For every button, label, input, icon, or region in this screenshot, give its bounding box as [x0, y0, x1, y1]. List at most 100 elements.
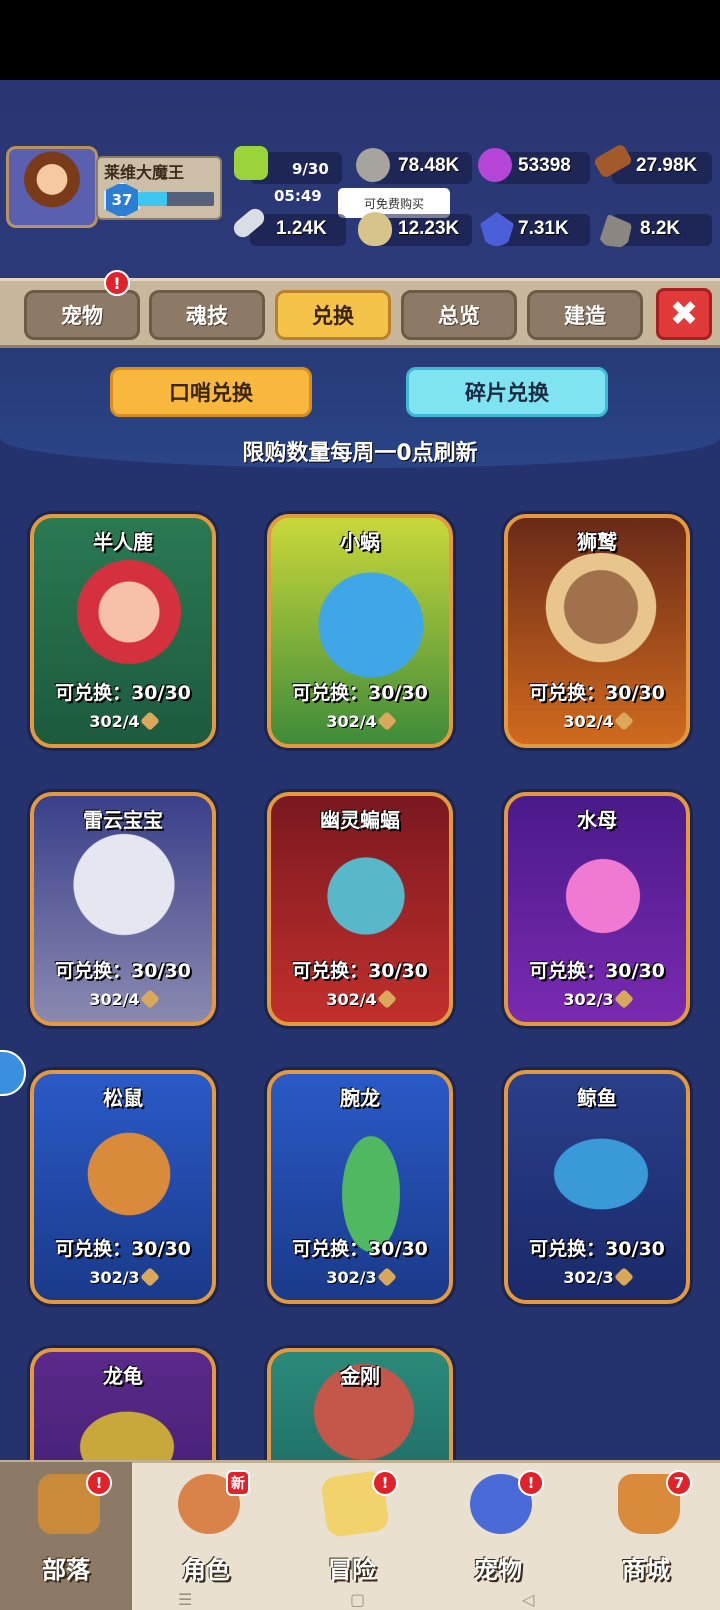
pet-name: 金刚: [340, 1364, 380, 1388]
pet-portrait: [538, 553, 664, 673]
pet-portrait: [316, 548, 426, 688]
pet-name: 龙龟: [103, 1364, 143, 1388]
pet-cost-value: 302/4: [326, 990, 377, 1009]
pet-card[interactable]: 水母 可兑换：30/30 302/3: [504, 792, 690, 1026]
egg-icon[interactable]: [358, 212, 392, 246]
nav-adventure-label: 冒险: [328, 1556, 376, 1584]
nav-shop-badge: 7: [666, 1470, 692, 1496]
pet-exchange-limit: 可兑换：30/30: [529, 1238, 665, 1260]
xp-bar: [138, 192, 214, 206]
nav-shop[interactable]: 7 商城: [580, 1462, 712, 1610]
pet-cost: 302/4: [271, 711, 449, 731]
pet-name: 狮鹫: [577, 530, 617, 554]
pet-name: 松鼠: [103, 1086, 143, 1110]
pet-name: 幽灵蝙蝠: [320, 808, 400, 832]
pet-exchange-limit: 可兑换：30/30: [292, 1238, 428, 1260]
system-back-key[interactable]: ◁: [522, 1590, 534, 1609]
egg-value: 12.23K: [398, 218, 460, 239]
pet-cost-value: 302/4: [326, 712, 377, 731]
pet-exchange-limit: 可兑换：30/30: [55, 960, 191, 982]
pet-portrait: [74, 1109, 184, 1239]
whistle-icon: [139, 711, 160, 731]
pet-portrait: [306, 836, 426, 956]
pet-exchange-limit: 可兑换：30/30: [55, 682, 191, 704]
xp-bar-fill: [138, 192, 167, 206]
stamina-value: 9/30: [292, 160, 329, 178]
pet-name: 小蜗: [340, 530, 380, 554]
tab-exchange[interactable]: 兑换: [275, 290, 391, 340]
pet-card[interactable]: 半人鹿 可兑换：30/30 302/4: [30, 514, 216, 748]
nav-tribe[interactable]: ! 部落: [0, 1462, 132, 1610]
pet-card[interactable]: 小蜗 可兑换：30/30 302/4: [267, 514, 453, 748]
pet-cost: 302/4: [271, 989, 449, 1009]
nav-pet[interactable]: ! 宠物: [432, 1462, 564, 1610]
whistle-icon: [376, 989, 397, 1009]
whistle-icon: [376, 1267, 397, 1287]
nav-shop-label: 商城: [622, 1556, 670, 1584]
pet-name: 雷云宝宝: [83, 808, 163, 832]
pet-cost: 302/3: [508, 1267, 686, 1287]
app-root: 莱维大魔王 37 9/30 05:49 78.48K 53398 27.98K …: [0, 0, 720, 1610]
whistle-icon: [376, 711, 397, 731]
pet-exchange-limit: 可兑换：30/30: [55, 1238, 191, 1260]
pet-cost: 302/4: [34, 989, 212, 1009]
pet-cost-value: 302/3: [326, 1268, 377, 1287]
system-home-key[interactable]: ▢: [350, 1590, 365, 1609]
pet-cost-value: 302/4: [563, 712, 614, 731]
pet-portrait: [54, 826, 194, 956]
fragment-exchange-button[interactable]: 碎片兑换: [406, 367, 608, 417]
player-name: 莱维大魔王: [104, 163, 185, 182]
pet-cost-value: 302/3: [563, 990, 614, 1009]
pet-cost-value: 302/4: [89, 712, 140, 731]
pet-cost: 302/3: [271, 1267, 449, 1287]
pet-portrait: [548, 836, 658, 956]
stone-value: 78.48K: [398, 155, 460, 176]
pet-card[interactable]: 幽灵蝙蝠 可兑换：30/30 302/4: [267, 792, 453, 1026]
nav-tribe-label: 部落: [42, 1556, 90, 1584]
stone-icon[interactable]: [356, 148, 390, 182]
bone-value: 1.24K: [276, 218, 327, 239]
pet-name: 半人鹿: [93, 530, 153, 554]
whistle-icon: [613, 989, 634, 1009]
pet-card[interactable]: 雷云宝宝 可兑换：30/30 302/4: [30, 792, 216, 1026]
pet-portrait: [528, 1119, 674, 1229]
pet-card[interactable]: 狮鹫 可兑换：30/30 302/4: [504, 514, 690, 748]
player-avatar[interactable]: [6, 146, 98, 228]
pet-exchange-limit: 可兑换：30/30: [529, 682, 665, 704]
nav-adventure-badge: !: [372, 1470, 398, 1496]
ore-value: 8.2K: [640, 218, 681, 239]
pet-exchange-limit: 可兑换：30/30: [292, 960, 428, 982]
status-bar: [0, 0, 720, 80]
pet-cost-value: 302/3: [563, 1268, 614, 1287]
system-menu-key[interactable]: ☰: [178, 1590, 192, 1609]
close-button[interactable]: ✖: [656, 288, 712, 340]
tab-overview[interactable]: 总览: [401, 290, 517, 340]
whistle-icon: [613, 1267, 634, 1287]
pet-cost-value: 302/3: [89, 1268, 140, 1287]
nav-adventure[interactable]: ! 冒险: [286, 1462, 418, 1610]
whistle-icon: [613, 711, 634, 731]
pet-cost: 302/4: [34, 711, 212, 731]
stamina-icon[interactable]: [234, 146, 268, 180]
pet-card[interactable]: 腕龙 可兑换：30/30 302/3: [267, 1070, 453, 1304]
whistle-exchange-button[interactable]: 口哨兑换: [110, 367, 312, 417]
whistle-icon: [139, 1267, 160, 1287]
pet-card[interactable]: 松鼠 可兑换：30/30 302/3: [30, 1070, 216, 1304]
nav-character-label: 角色: [182, 1556, 230, 1584]
tab-build[interactable]: 建造: [527, 290, 643, 340]
tab-pet-alert-badge: !: [104, 270, 130, 296]
nav-tribe-badge: !: [86, 1470, 112, 1496]
wood-value: 27.98K: [636, 155, 698, 176]
tab-pet[interactable]: 宠物: [24, 290, 140, 340]
pet-exchange-limit: 可兑换：30/30: [529, 960, 665, 982]
tab-soul-skill[interactable]: 魂技: [149, 290, 265, 340]
refresh-note: 限购数量每周一0点刷新: [242, 441, 478, 466]
nav-character[interactable]: 新 角色: [140, 1462, 272, 1610]
nav-pet-badge: !: [518, 1470, 544, 1496]
nav-pet-label: 宠物: [474, 1556, 522, 1584]
pet-name: 腕龙: [340, 1086, 380, 1110]
gem-icon[interactable]: [478, 148, 512, 182]
pet-card[interactable]: 鲸鱼 可兑换：30/30 302/3: [504, 1070, 690, 1304]
pet-cost: 302/3: [508, 989, 686, 1009]
crystal-value: 7.31K: [518, 218, 569, 239]
